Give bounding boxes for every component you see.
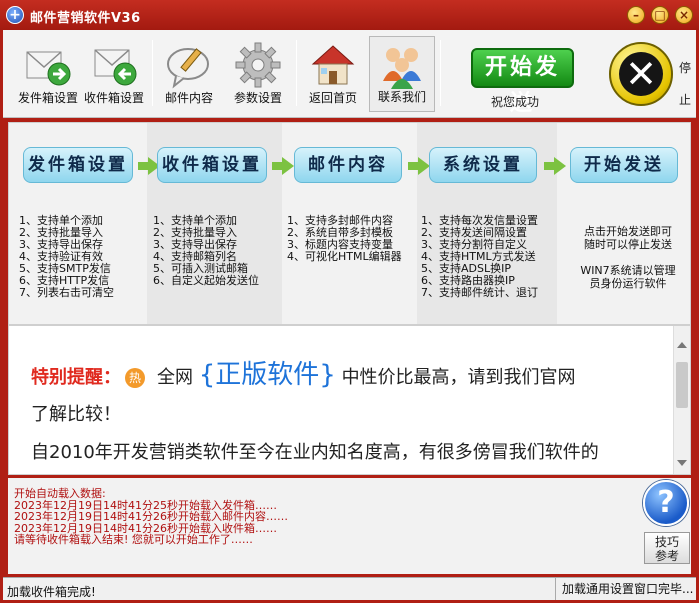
toolbar-outbox-settings[interactable]: 发件箱设置 xyxy=(15,36,81,112)
status-bar: 加载收件箱完成! 加载通用设置窗口完毕... xyxy=(3,577,696,600)
arrow-right-icon xyxy=(272,157,294,175)
step-start: 开始发送 xyxy=(570,147,678,183)
step-system: 系统设置 xyxy=(429,147,537,183)
app-icon: + xyxy=(6,6,24,24)
minimize-button[interactable]: – xyxy=(627,6,645,24)
close-button[interactable]: × xyxy=(675,6,693,24)
arrow-right-icon xyxy=(544,157,566,175)
notice-line-1: 特别提醒：热全网 {正版软件} 中性价比最高，请到我们官网 xyxy=(31,354,576,391)
close-x-icon: ✕ xyxy=(619,52,663,96)
toolbar: 发件箱设置 收件箱设置 邮件内容 参数设置 返回首页 联系我们 开始发送 祝您成… xyxy=(3,30,696,118)
list-item: 6、自定义起始发送位 xyxy=(153,274,259,287)
list-item xyxy=(569,251,687,264)
list-item: 点击开始发送即可 xyxy=(584,225,672,238)
scroll-up-icon[interactable] xyxy=(677,342,687,348)
stop-label: 停止 xyxy=(679,61,692,107)
maximize-button[interactable]: □ xyxy=(651,6,669,24)
help-icon[interactable]: ? xyxy=(643,480,689,526)
notice-panel: 特别提醒：热全网 {正版软件} 中性价比最高，请到我们官网 了解比较！ 自201… xyxy=(8,325,691,475)
main-window: + 邮件营销软件V36 – □ × 发件箱设置 收件箱设置 邮件内容 参数设置 … xyxy=(0,0,699,603)
speech-pencil-icon xyxy=(164,40,214,90)
scroll-down-icon[interactable] xyxy=(677,460,687,466)
step-inbox: 收件箱设置 xyxy=(157,147,267,183)
notice-highlight: {正版软件} xyxy=(198,360,336,390)
step-content: 邮件内容 xyxy=(294,147,402,183)
list-item: 7、支持邮件统计、退订 xyxy=(421,286,538,299)
window-title: 邮件营销软件V36 xyxy=(30,11,141,26)
tips-label-line2: 参考 xyxy=(654,549,679,563)
scroll-thumb[interactable] xyxy=(676,362,688,408)
toolbar-divider xyxy=(296,40,297,106)
feature-list-content: 1、支持多封邮件内容 2、系统自带多封模板 3、标题内容支持变量 4、可视化HT… xyxy=(287,215,402,263)
list-item: 随时可以停止发送 xyxy=(584,238,672,251)
start-instructions: 点击开始发送即可 随时可以停止发送 WIN7系统请以管理 员身份运行软件 xyxy=(569,225,687,290)
status-right-text: 加载通用设置窗口完毕... xyxy=(555,578,693,600)
toolbar-label: 参数设置 xyxy=(233,91,282,105)
notice-text: 中性价比最高，请到我们官网 xyxy=(341,367,576,388)
log-line: 开始自动载入数据: xyxy=(14,487,106,500)
send-status-text: 祝您成功 xyxy=(491,95,540,109)
log-panel: 开始自动载入数据: 2023年12月19日14时41分25秒开始载入发件箱…… … xyxy=(8,478,691,574)
log-line: 2023年12月19日14时41分26秒开始载入邮件内容…… xyxy=(14,510,288,523)
tips-label-line1: 技巧 xyxy=(654,535,679,549)
notice-tip-label: 特别提醒： xyxy=(31,367,121,388)
toolbar-label: 邮件内容 xyxy=(164,91,213,105)
toolbar-mail-content[interactable]: 邮件内容 xyxy=(156,36,222,112)
feature-list-system: 1、支持每次发信量设置 2、支持发送间隔设置 3、支持分割符自定义 4、支持HT… xyxy=(421,215,538,299)
people-icon xyxy=(377,41,427,91)
log-text: 开始自动载入数据: 2023年12月19日14时41分25秒开始载入发件箱…… … xyxy=(14,488,288,546)
step-outbox: 发件箱设置 xyxy=(23,147,133,183)
list-item: 员身份运行软件 xyxy=(589,277,667,290)
toolbar-inbox-settings[interactable]: 收件箱设置 xyxy=(81,36,147,112)
home-icon xyxy=(308,40,358,90)
toolbar-label: 返回首页 xyxy=(308,91,357,105)
toolbar-divider xyxy=(440,40,441,106)
toolbar-home[interactable]: 返回首页 xyxy=(300,36,366,112)
tips-reference-button[interactable]: 技巧 参考 xyxy=(644,532,690,564)
toolbar-contact-us[interactable]: 联系我们 xyxy=(369,36,435,112)
toolbar-label: 联系我们 xyxy=(377,90,426,104)
log-line: 请等待收件箱载入结束! 您就可以开始工作了…… xyxy=(14,533,253,546)
inbox-envelope-icon xyxy=(89,40,139,90)
list-item: 7、列表右击可清空 xyxy=(19,286,114,299)
workflow-panel: 发件箱设置 收件箱设置 邮件内容 系统设置 开始发送 1、支持单个添加 2、支持… xyxy=(8,122,691,325)
status-left-text: 加载收件箱完成! xyxy=(7,585,96,599)
toolbar-label: 收件箱设置 xyxy=(83,91,144,105)
notice-line-2: 了解比较！ xyxy=(31,404,121,425)
start-send-button[interactable]: 开始发送 xyxy=(471,48,574,116)
toolbar-divider xyxy=(152,40,153,106)
list-item: WIN7系统请以管理 xyxy=(580,264,676,277)
feature-list-inbox: 1、支持单个添加 2、支持批量导入 3、支持导出保存 4、支持邮箱列名 5、可插… xyxy=(153,215,259,287)
list-item: 4、可视化HTML编辑器 xyxy=(287,250,402,263)
notice-scrollbar[interactable] xyxy=(673,326,690,474)
notice-text: 全网 xyxy=(157,367,193,388)
title-bar[interactable]: + 邮件营销软件V36 – □ × xyxy=(0,0,699,30)
feature-list-outbox: 1、支持单个添加 2、支持批量导入 3、支持导出保存 4、支持验证有效 5、支持… xyxy=(19,215,114,299)
outbox-envelope-icon xyxy=(23,40,73,90)
stop-button[interactable]: ✕ xyxy=(609,42,673,106)
toolbar-label: 发件箱设置 xyxy=(17,91,78,105)
toolbar-parameter-settings[interactable]: 参数设置 xyxy=(225,36,291,112)
hot-badge-icon: 热 xyxy=(125,368,145,388)
gear-icon xyxy=(233,40,283,90)
notice-line-3: 自2010年开发营销类软件至今在业内知名度高，有很多傍冒我们软件的 xyxy=(31,442,599,463)
